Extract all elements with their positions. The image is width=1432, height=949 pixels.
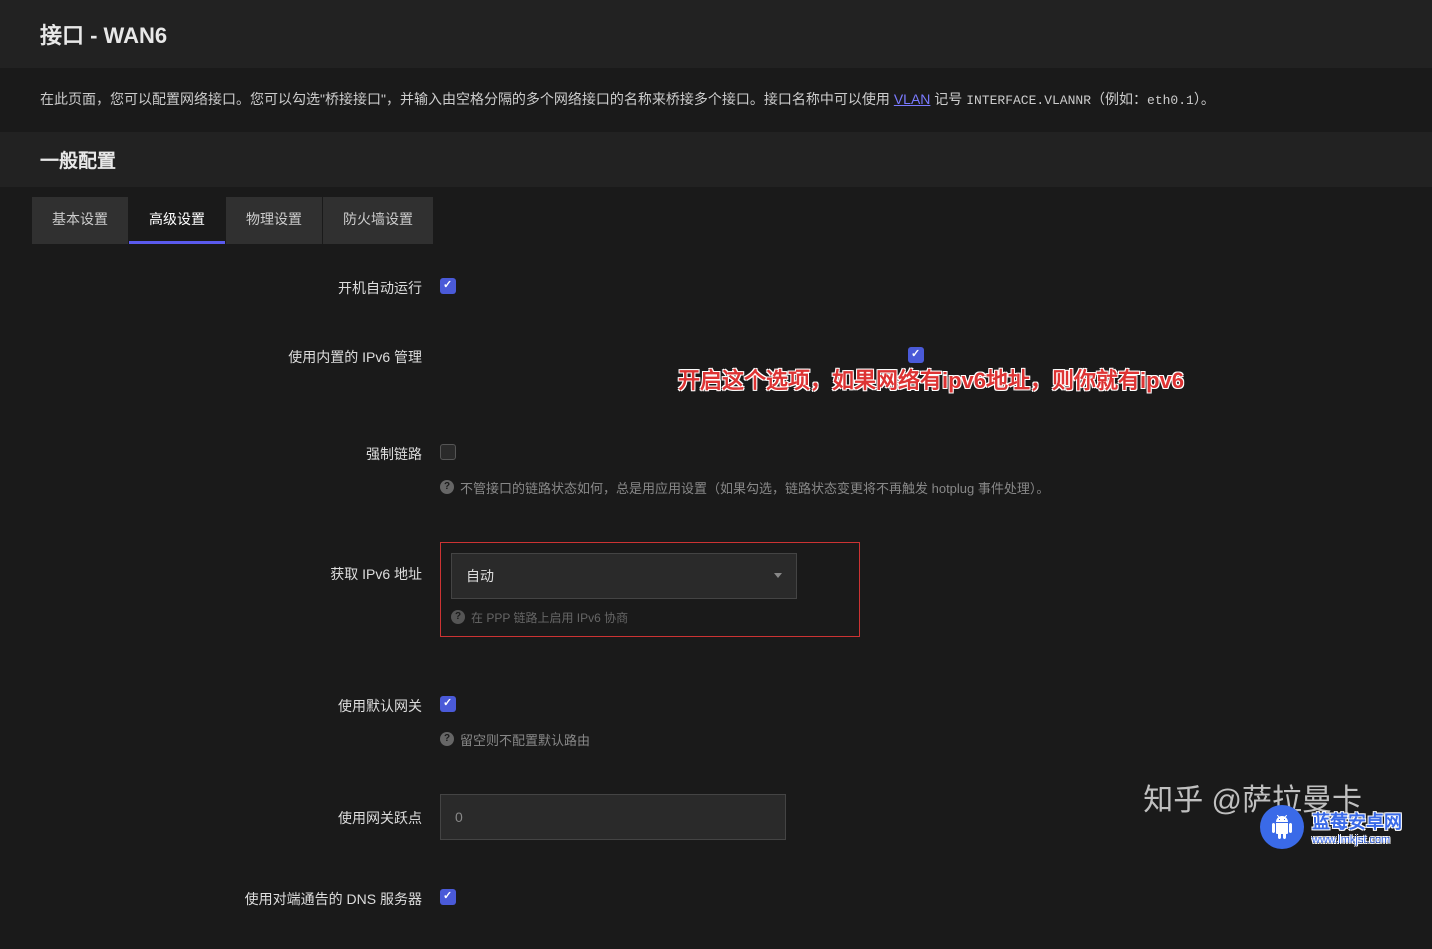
section-header: 一般配置 <box>0 132 1432 187</box>
label-ipv6-addr: 获取 IPv6 地址 <box>40 542 440 584</box>
form-area: 开机自动运行 使用内置的 IPv6 管理 开启这个选项，如果网络有ipv6地址，… <box>0 244 1432 949</box>
row-ipv6-addr: 获取 IPv6 地址 自动 ? 在 PPP 链路上启用 IPv6 协商 <box>40 542 1392 637</box>
tab-basic[interactable]: 基本设置 <box>32 197 128 244</box>
android-icon <box>1260 805 1304 849</box>
tabs-container: 基本设置 高级设置 物理设置 防火墙设置 <box>0 187 1432 244</box>
label-force-link: 强制链路 <box>40 440 440 464</box>
checkbox-autostart[interactable] <box>440 278 456 294</box>
annotation-ipv6: 开启这个选项，如果网络有ipv6地址，则你就有ipv6 <box>678 363 1184 395</box>
select-ipv6-addr[interactable]: 自动 <box>451 553 797 599</box>
watermark-site: 蓝莓安卓网 www.lmkjst.com <box>1260 805 1402 849</box>
info-icon: ? <box>451 610 465 624</box>
info-icon: ? <box>440 480 454 494</box>
info-icon: ? <box>440 732 454 746</box>
row-peer-dns: 使用对端通告的 DNS 服务器 <box>40 885 1392 909</box>
checkbox-force-link[interactable] <box>440 444 456 460</box>
label-ipv6-mgmt: 使用内置的 IPv6 管理 <box>40 343 440 367</box>
checkbox-peer-dns[interactable] <box>440 889 456 905</box>
label-gw-metric: 使用网关跃点 <box>40 794 440 828</box>
checkbox-ipv6-mgmt[interactable] <box>908 347 924 363</box>
page-description: 在此页面，您可以配置网络接口。您可以勾选"桥接接口"，并输入由空格分隔的多个网络… <box>0 68 1432 132</box>
tab-firewall[interactable]: 防火墙设置 <box>323 197 433 244</box>
label-peer-dns: 使用对端通告的 DNS 服务器 <box>40 885 440 909</box>
input-gw-metric[interactable] <box>440 794 786 840</box>
row-ipv6-mgmt: 使用内置的 IPv6 管理 开启这个选项，如果网络有ipv6地址，则你就有ipv… <box>40 343 1392 395</box>
page-title: 接口 - WAN6 <box>40 18 1392 50</box>
chevron-down-icon <box>774 573 782 578</box>
hint-ipv6-addr: ? 在 PPP 链路上启用 IPv6 协商 <box>451 609 849 626</box>
page-header: 接口 - WAN6 <box>0 0 1432 68</box>
row-autostart: 开机自动运行 <box>40 274 1392 298</box>
tab-physical[interactable]: 物理设置 <box>226 197 322 244</box>
hint-default-gw: ? 留空则不配置默认路由 <box>440 730 590 749</box>
label-default-gw: 使用默认网关 <box>40 692 440 716</box>
hint-force-link: ? 不管接口的链路状态如何，总是用应用设置（如果勾选，链路状态变更将不再触发 h… <box>440 478 1049 497</box>
row-default-gw: 使用默认网关 ? 留空则不配置默认路由 <box>40 692 1392 749</box>
label-autostart: 开机自动运行 <box>40 274 440 298</box>
tab-advanced[interactable]: 高级设置 <box>129 197 225 244</box>
checkbox-default-gw[interactable] <box>440 696 456 712</box>
row-force-link: 强制链路 ? 不管接口的链路状态如何，总是用应用设置（如果勾选，链路状态变更将不… <box>40 440 1392 497</box>
watermark-text: 蓝莓安卓网 www.lmkjst.com <box>1312 808 1402 846</box>
vlan-link[interactable]: VLAN <box>894 91 931 107</box>
highlight-box: 自动 ? 在 PPP 链路上启用 IPv6 协商 <box>440 542 860 637</box>
